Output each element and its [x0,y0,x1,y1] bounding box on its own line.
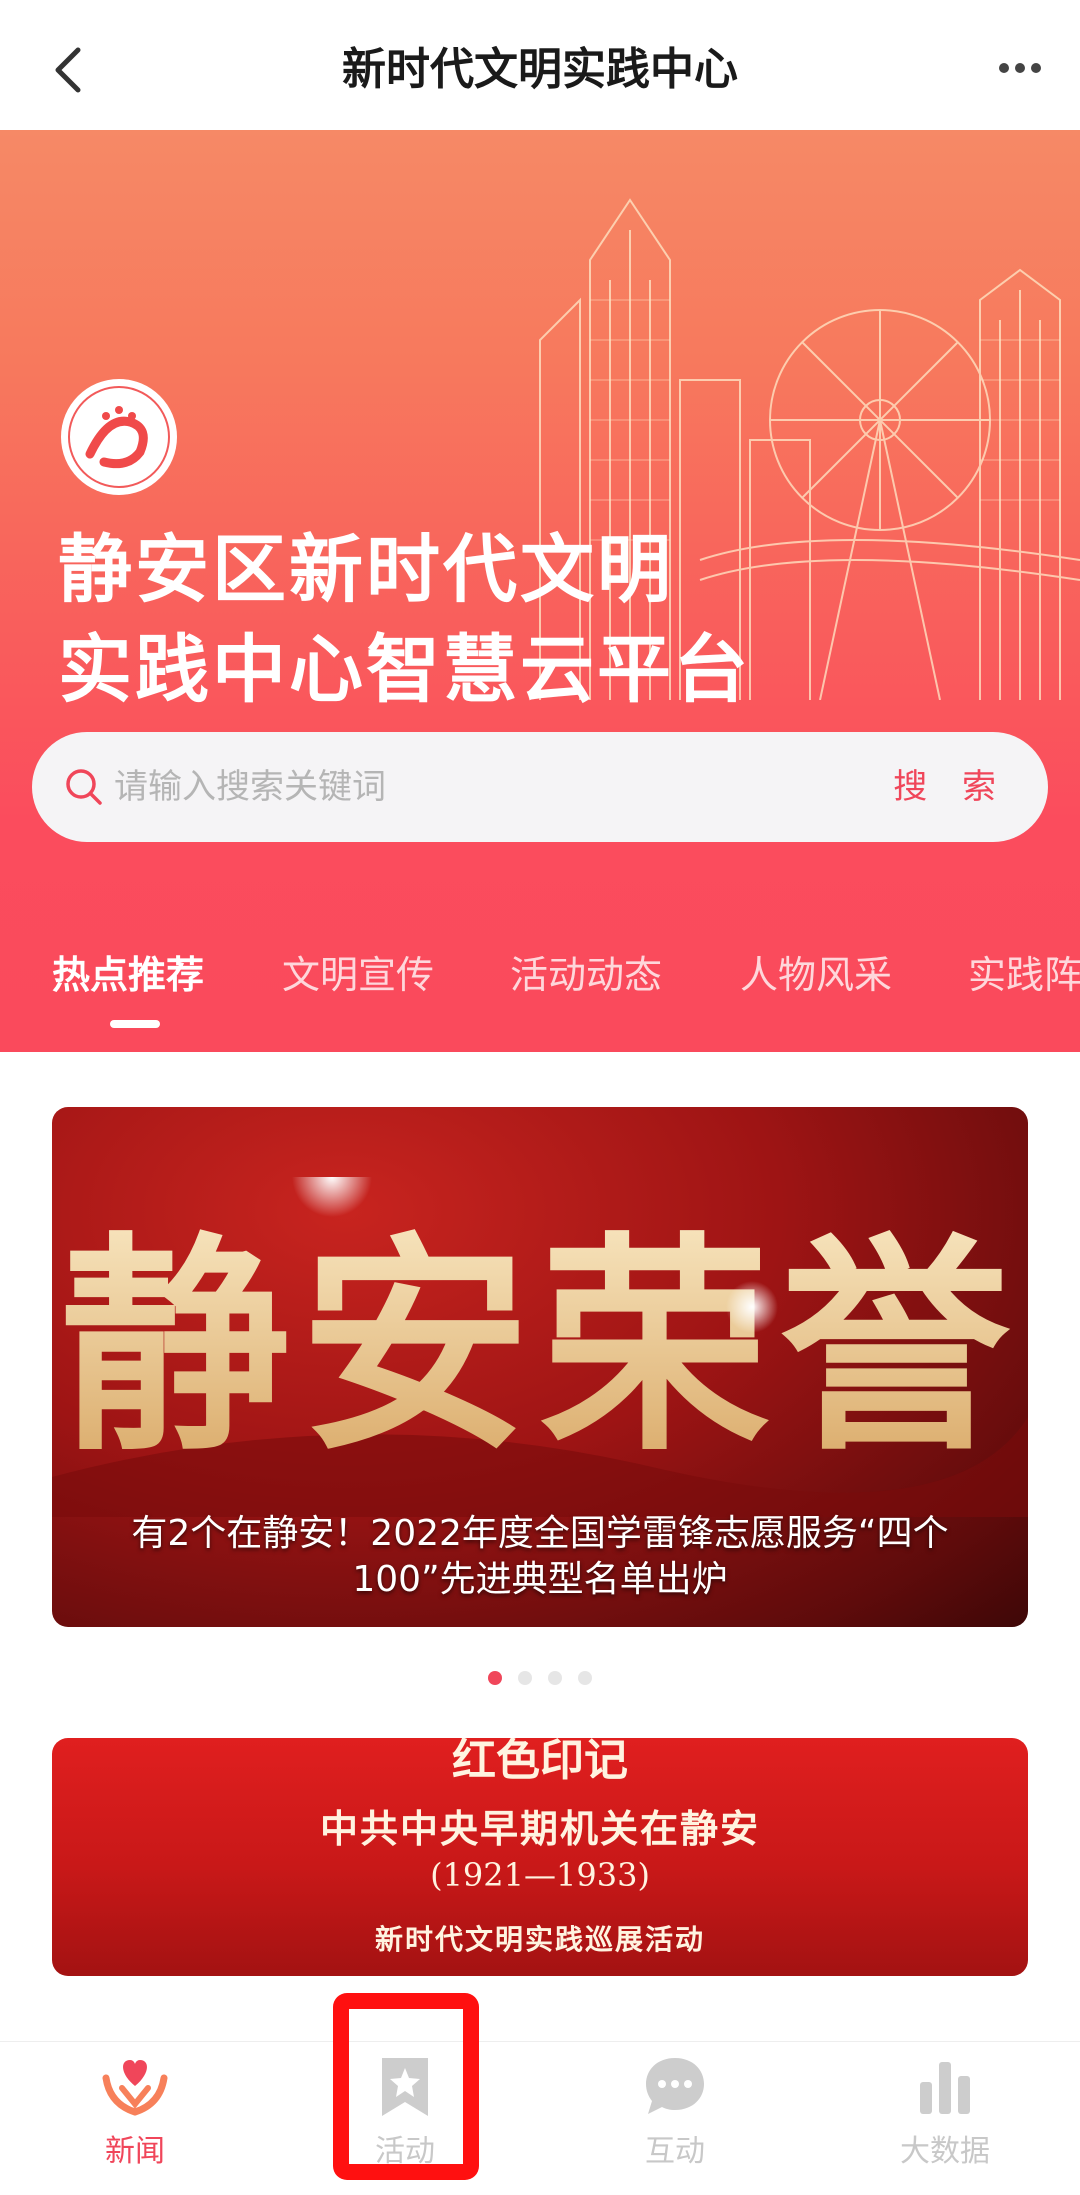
tab-civilization-promo[interactable]: 文明宣传 [282,920,434,1030]
exhibition-card[interactable]: 红色印记 中共中央早期机关在静安 (1921—1933) 新时代文明实践巡展活动 [52,1738,1028,1976]
more-dots-icon[interactable] [990,48,1050,88]
banner-title: 静安区新时代文明 实践中心智慧云平台 [58,520,751,720]
search-button[interactable]: 搜 索 [893,732,1008,842]
page-title: 新时代文明实践中心 [342,44,738,95]
carousel-image: 静安荣誉 [52,1177,1028,1517]
carousel-dot[interactable] [488,1671,502,1685]
banner-title-line1: 静安区新时代文明 [58,527,674,613]
carousel-dot[interactable] [578,1671,592,1685]
search-bar[interactable]: 搜 索 [32,732,1048,842]
tab-active-indicator [110,1020,160,1028]
jingan-logo-icon [61,379,177,495]
tabbar-interact-label: 互动 [645,2134,705,2169]
search-icon [66,769,102,805]
tabbar-news[interactable]: 新闻 [0,2042,270,2195]
news-carousel-slide[interactable]: 静安荣誉 有2个在静安！2022年度全国学雷锋志愿服务“四个100”先进典型名单… [52,1107,1028,1627]
carousel-caption: 有2个在静安！2022年度全国学雷锋志愿服务“四个100”先进典型名单出炉 [131,1513,949,1600]
tab-people-profiles[interactable]: 人物风采 [740,920,892,1030]
tab-activity-news[interactable]: 活动动态 [510,920,662,1030]
top-navbar: 新时代文明实践中心 [0,0,1080,130]
chat-bubble-icon [646,2058,704,2114]
search-input[interactable] [114,732,834,842]
category-tabs: 热点推荐 文明宣传 活动动态 人物风采 实践阵 [0,920,1080,1052]
tabbar-news-label: 新闻 [105,2134,165,2169]
tab-hot-recommend[interactable]: 热点推荐 [52,920,204,1030]
card2-subtitle: 新时代文明实践巡展活动 [374,1923,705,1956]
card2-main-text: 中共中央早期机关在静安 [319,1806,760,1851]
carousel-dot[interactable] [518,1671,532,1685]
bar-chart-icon [920,2062,970,2114]
hero-banner: 静安区新时代文明 实践中心智慧云平台 搜 索 热点推荐 文明宣传 活动动态 人物… [0,130,1080,1052]
highlight-annotation-box [333,1993,479,2180]
carousel-pagination [0,1670,1080,1690]
bottom-tab-bar: 新闻 活动 互动 大数据 [0,2041,1080,2195]
banner-title-line2: 实践中心智慧云平台 [58,627,751,713]
carousel-image-text: 静安荣誉 [60,1212,1020,1482]
heart-hands-icon [102,2060,168,2116]
tab-practice-positions[interactable]: 实践阵 [968,920,1080,1030]
tabbar-interact[interactable]: 互动 [540,2042,810,2195]
carousel-dot[interactable] [548,1671,562,1685]
card2-years: (1921—1933) [430,1856,650,1894]
card2-top-text: 红色印记 [452,1738,628,1786]
tabbar-big-data-label: 大数据 [900,2134,990,2169]
tabbar-big-data[interactable]: 大数据 [810,2042,1080,2195]
